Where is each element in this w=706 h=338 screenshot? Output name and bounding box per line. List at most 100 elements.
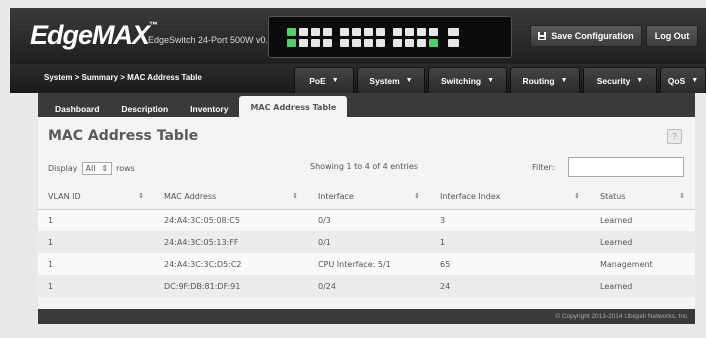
port-status-panel — [268, 16, 512, 58]
column-interface[interactable]: Interface ⇕ — [308, 185, 430, 210]
port-20 — [405, 38, 414, 47]
caret-down-icon: ▼ — [636, 77, 644, 84]
column-vlan-id-label: VLAN ID — [48, 192, 81, 202]
sort-arrows-icon: ⇕ — [679, 192, 685, 200]
port-11 — [352, 27, 361, 36]
table-header-row: VLAN ID ⇕ MAC Address ⇕ Interface ⇕ Interfa… — [38, 185, 695, 210]
cell-interface: 0/1 — [308, 231, 430, 253]
port-13 — [364, 27, 373, 36]
port-4 — [299, 38, 308, 47]
main-nav: System > Summary > MAC Address Table PoE… — [10, 64, 706, 93]
menu-system[interactable]: System ▼ — [357, 67, 425, 93]
filter-label: Filter: — [532, 162, 555, 172]
cell-mac-address: DC:9F:DB:81:DF:91 — [154, 275, 308, 297]
port-group-1 — [287, 27, 332, 47]
cell-interface-index: 3 — [430, 209, 590, 231]
column-mac-address-label: MAC Address — [164, 192, 217, 202]
tab-description[interactable]: Description — [110, 98, 179, 119]
table-row[interactable]: 1 24:A4:3C:05:13:FF 0/1 1 Learned — [38, 231, 695, 253]
menu-switching[interactable]: Switching ▼ — [428, 67, 507, 93]
port-19 — [405, 27, 414, 36]
app-header: EdgeMAX™ EdgeSwitch 24-Port 500W v0.9.0 … — [10, 8, 706, 64]
rows-per-page-value: All — [85, 164, 96, 173]
port-16 — [376, 38, 385, 47]
cell-vlan-id: 1 — [38, 253, 154, 275]
column-status-label: Status — [600, 192, 626, 202]
cell-status: Learned — [590, 275, 695, 297]
save-configuration-button[interactable]: Save Configuration — [530, 25, 642, 47]
disk-icon — [538, 32, 547, 40]
port-2 — [287, 38, 296, 47]
table-row[interactable]: 1 DC:9F:DB:81:DF:91 0/24 24 Learned — [38, 275, 695, 297]
sfp-port-1 — [448, 27, 459, 36]
column-interface-index-label: Interface Index — [440, 192, 501, 202]
column-status[interactable]: Status ⇕ — [590, 185, 695, 210]
cell-status: Learned — [590, 231, 695, 253]
column-vlan-id[interactable]: VLAN ID ⇕ — [38, 185, 154, 210]
sort-arrows-icon: ⇕ — [414, 192, 420, 200]
port-5 — [311, 27, 320, 36]
cell-vlan-id: 1 — [38, 209, 154, 231]
help-button[interactable]: ? — [667, 129, 682, 144]
port-21 — [417, 27, 426, 36]
port-1 — [287, 27, 296, 36]
menu-poe[interactable]: PoE ▼ — [294, 67, 354, 93]
device-model: EdgeSwitch 24-Port 500W v0.9.0 — [148, 35, 281, 45]
cell-interface: 0/24 — [308, 275, 430, 297]
mac-address-table: VLAN ID ⇕ MAC Address ⇕ Interface ⇕ Interfa… — [38, 185, 695, 297]
menu-poe-label: PoE — [309, 75, 326, 86]
menu-routing-label: Routing — [522, 75, 555, 86]
cell-interface: 0/3 — [308, 209, 430, 231]
cell-mac-address: 24:A4:3C:05:13:FF — [154, 231, 308, 253]
cell-status: Learned — [590, 209, 695, 231]
logout-button[interactable]: Log Out — [646, 25, 698, 47]
port-23 — [429, 27, 438, 36]
menu-security-label: Security — [596, 75, 631, 86]
page-title: MAC Address Table — [48, 128, 199, 144]
menu-routing[interactable]: Routing ▼ — [510, 67, 580, 93]
port-group-2 — [340, 27, 385, 47]
caret-down-icon: ▼ — [331, 77, 339, 84]
filter-input[interactable] — [568, 157, 685, 177]
menu-system-label: System — [369, 75, 400, 86]
port-14 — [364, 38, 373, 47]
cell-mac-address: 24:A4:3C:3C:D5:C2 — [154, 253, 308, 275]
cell-interface-index: 65 — [430, 253, 590, 275]
port-12 — [352, 38, 361, 47]
cell-mac-address: 24:A4:3C:05:08:C5 — [154, 209, 308, 231]
tab-mac-address-table[interactable]: MAC Address Table — [239, 96, 348, 119]
port-18 — [393, 38, 402, 47]
port-22 — [417, 38, 426, 47]
rows-per-page-select[interactable]: All ⇕ — [81, 162, 113, 175]
menu-security[interactable]: Security ▼ — [583, 67, 657, 93]
display-control: Display All ⇕ rows — [48, 162, 135, 175]
cell-interface-index: 1 — [430, 231, 590, 253]
column-mac-address[interactable]: MAC Address ⇕ — [154, 185, 308, 210]
cell-interface: CPU Interface: 5/1 — [308, 253, 430, 275]
column-interface-index[interactable]: Interface Index ⇕ — [430, 185, 590, 210]
port-3 — [299, 27, 308, 36]
tab-dashboard[interactable]: Dashboard — [44, 98, 110, 119]
caret-down-icon: ▼ — [405, 77, 413, 84]
mac-table-card: MAC Address Table ? Display All ⇕ rows Sh… — [38, 117, 695, 309]
breadcrumb: System > Summary > MAC Address Table — [44, 73, 202, 82]
sfp-ports — [448, 27, 459, 47]
port-9 — [340, 27, 349, 36]
tab-bar: Dashboard Description Inventory MAC Addr… — [38, 93, 348, 119]
menu-switching-label: Switching — [440, 75, 482, 86]
table-row[interactable]: 1 24:A4:3C:05:08:C5 0/3 3 Learned — [38, 209, 695, 231]
port-group-3 — [393, 27, 438, 47]
port-15 — [376, 27, 385, 36]
select-arrows-icon: ⇕ — [101, 164, 109, 173]
menu-qos[interactable]: QoS ▼ — [660, 67, 706, 93]
cell-interface-index: 24 — [430, 275, 590, 297]
copyright-footer: © Copyright 2013-2014 Ubiquiti Networks,… — [555, 313, 689, 320]
display-label: Display — [48, 164, 78, 173]
save-configuration-label: Save Configuration — [551, 31, 634, 41]
table-row[interactable]: 1 24:A4:3C:3C:D5:C2 CPU Interface: 5/1 6… — [38, 253, 695, 275]
tab-inventory[interactable]: Inventory — [179, 98, 239, 119]
port-7 — [323, 27, 332, 36]
menu-qos-label: QoS — [667, 75, 686, 86]
port-6 — [311, 38, 320, 47]
content-panel: Dashboard Description Inventory MAC Addr… — [38, 93, 695, 324]
